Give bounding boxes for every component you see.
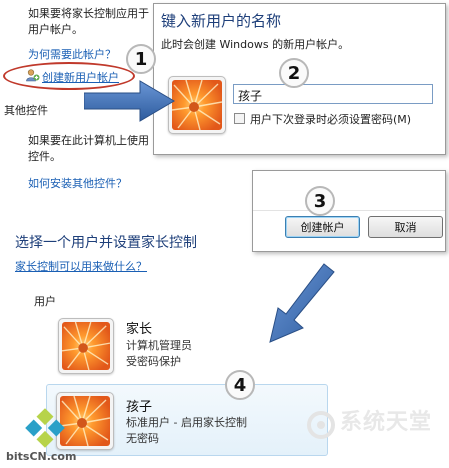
must-set-password-checkbox[interactable] bbox=[234, 113, 245, 124]
install-controls-link[interactable]: 如何安装其他控件？ bbox=[28, 175, 127, 191]
buttons-dialog bbox=[252, 170, 446, 252]
step-2-badge: 2 bbox=[279, 58, 309, 88]
arrow-down-left-icon bbox=[269, 263, 335, 343]
select-user-heading: 选择一个用户并设置家长控制 bbox=[15, 235, 197, 251]
other-controls-text-line2: 控件。 bbox=[28, 150, 61, 163]
users-label: 用户 bbox=[34, 295, 56, 308]
flower-icon bbox=[62, 322, 110, 370]
new-user-dialog-subtitle: 此时会创建 Windows 的新用户帐户。 bbox=[161, 38, 350, 51]
flower-icon bbox=[172, 80, 222, 130]
why-account-link[interactable]: 为何需要此帐户？ bbox=[28, 46, 116, 62]
xp-watermark: 系统天堂 bbox=[340, 410, 433, 435]
step-1-badge: 1 bbox=[126, 44, 156, 74]
user-add-icon bbox=[26, 69, 40, 82]
buttons-divider bbox=[253, 210, 445, 211]
other-controls-heading: 其他控件 bbox=[4, 104, 48, 117]
bitscn-logo-icon bbox=[25, 408, 65, 448]
xp-logo-icon bbox=[307, 411, 335, 439]
must-set-password-label: 用户下次登录时必须设置密码(M) bbox=[250, 113, 412, 126]
child-user-password-status: 无密码 bbox=[126, 432, 159, 445]
child-user-name: 孩子 bbox=[126, 400, 153, 415]
bitscn-watermark: bitsCN.com bbox=[6, 450, 77, 463]
new-user-avatar bbox=[168, 76, 226, 134]
new-user-dialog-title: 键入新用户的名称 bbox=[161, 12, 282, 30]
create-account-button[interactable]: 创建帐户 bbox=[285, 216, 360, 238]
parental-controls-help-link[interactable]: 家长控制可以用来做什么？ bbox=[15, 258, 147, 274]
other-controls-text-line1: 如果要在此计算机上使用 bbox=[28, 134, 149, 147]
step-3-badge: 3 bbox=[305, 186, 335, 216]
new-user-name-input[interactable]: 孩子 bbox=[233, 84, 433, 104]
intro-text-line1: 如果要将家长控制应用于 bbox=[28, 7, 149, 20]
parent-user-role: 计算机管理员 bbox=[126, 339, 192, 352]
child-user-role: 标准用户 - 启用家长控制 bbox=[126, 416, 247, 429]
cancel-button[interactable]: 取消 bbox=[368, 216, 443, 238]
parent-avatar bbox=[58, 318, 114, 374]
intro-text-line2: 用户帐户。 bbox=[28, 23, 83, 36]
step-4-badge: 4 bbox=[225, 370, 255, 400]
parent-user-password-status: 受密码保护 bbox=[126, 355, 181, 368]
parent-user-name: 家长 bbox=[126, 322, 153, 337]
arrow-right-icon bbox=[84, 80, 175, 122]
